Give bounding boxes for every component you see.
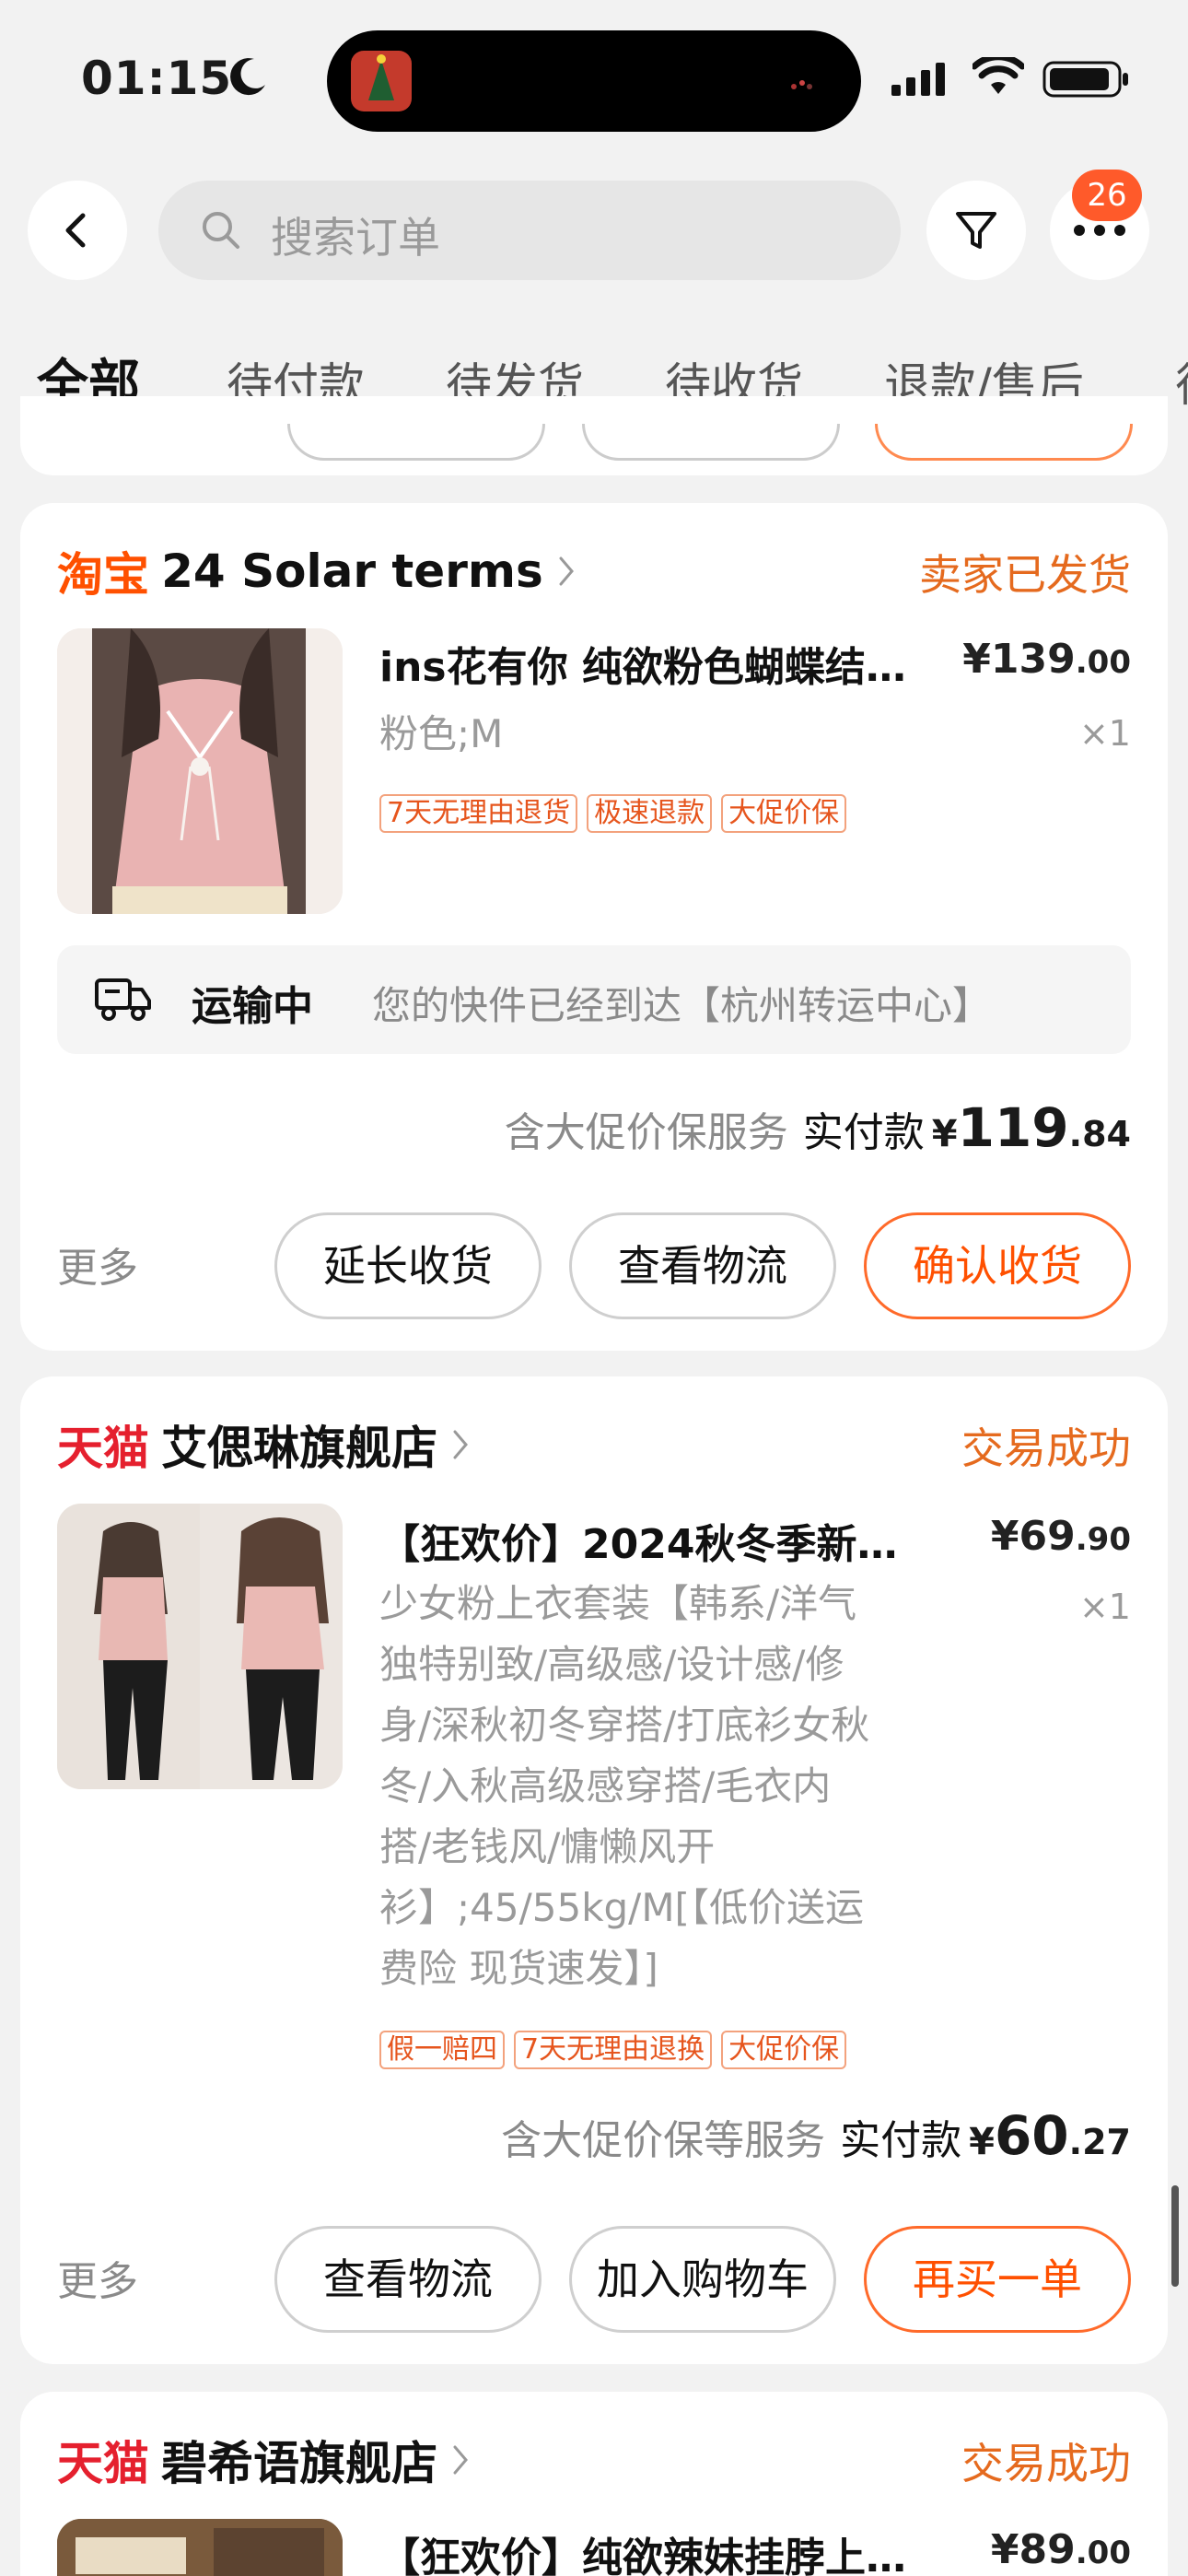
status-bar: 01:15 — [0, 0, 1188, 161]
product-photo-outfit — [57, 1504, 343, 1789]
logistics-status: 运输中 — [192, 983, 313, 1030]
product-photo-pink-top — [57, 628, 343, 914]
chevron-right-icon — [453, 1430, 469, 1459]
platform-label: 淘宝 — [57, 548, 149, 602]
payment-amount: 119 — [957, 1096, 1069, 1159]
platform-label: 天猫 — [57, 1422, 149, 1475]
battery-icon — [1042, 61, 1128, 98]
back-arrow-icon — [65, 213, 86, 248]
shop-header[interactable]: 淘宝 24 Solar terms — [57, 538, 576, 603]
back-button[interactable] — [28, 181, 127, 280]
shop-name[interactable]: 24 Solar terms — [161, 544, 543, 598]
chevron-right-icon — [453, 2445, 469, 2475]
service-tag: 大促价保 — [721, 794, 847, 833]
shop-name[interactable]: 艾偲琳旗舰店 — [161, 1411, 437, 1478]
delivery-truck-icon — [95, 978, 151, 1021]
add-to-cart-button[interactable]: 加入购物车 — [569, 2226, 836, 2333]
payment-summary: 含大促价保服务 实付款 ¥119.84 — [504, 1096, 1131, 1159]
payment-summary: 含大促价保等服务 实付款 ¥60.27 — [501, 2104, 1131, 2167]
scroll-indicator[interactable] — [1171, 2185, 1179, 2287]
item-title[interactable]: 【狂欢价】2024秋冬季新… — [379, 1511, 932, 1570]
activity-indicator-icon — [791, 80, 812, 89]
view-logistics-button[interactable]: 查看物流 — [274, 2226, 542, 2333]
status-time: 01:15 — [81, 52, 233, 105]
payment-label: 实付款 — [840, 2117, 962, 2164]
logistics-bar[interactable]: 运输中 您的快件已经到达【杭州转运中心】 — [57, 945, 1131, 1054]
item-price: ¥139.00 — [962, 636, 1131, 683]
view-logistics-button[interactable]: 查看物流 — [569, 1212, 836, 1319]
search-placeholder: 搜索订单 — [271, 213, 440, 263]
item-quantity: ×1 — [1078, 713, 1131, 754]
service-tag: 假一赔四 — [379, 2031, 505, 2069]
shop-header[interactable]: 天猫 艾偲琳旗舰店 — [57, 1411, 470, 1476]
item-sku: 少女粉上衣套装【韩系/洋气 独特别致/高级感/设计感/修 身/深秋初冬穿搭/打底… — [379, 1581, 870, 1991]
notification-badge: 26 — [1072, 170, 1142, 221]
previous-order-card — [20, 396, 1168, 475]
search-icon — [203, 212, 239, 249]
product-thumbnail[interactable] — [57, 1504, 343, 1789]
more-link[interactable]: 更多 — [57, 1235, 138, 1294]
product-thumbnail[interactable] — [57, 628, 343, 914]
order-card: 天猫 艾偲琳旗舰店 交易成功 【狂欢价】2024秋冬季新… ¥69.90 少女粉… — [20, 1376, 1168, 2364]
confirm-receipt-button[interactable]: 确认收货 — [864, 1212, 1131, 1319]
filter-funnel-icon — [956, 212, 996, 249]
product-thumbnail[interactable] — [57, 2519, 343, 2576]
service-tags: 假一赔四 7天无理由退换 大促价保 — [379, 2031, 856, 2069]
service-tags: 7天无理由退货 极速退款 大促价保 — [379, 794, 856, 833]
dynamic-island — [327, 30, 861, 132]
service-tag: 7天无理由退货 — [379, 794, 578, 833]
more-dots-icon — [1074, 225, 1125, 236]
filter-button[interactable] — [926, 181, 1026, 280]
item-price: ¥89.00 — [990, 2526, 1131, 2573]
extend-receipt-button[interactable]: 延长收货 — [274, 1212, 542, 1319]
payment-label: 实付款 — [802, 1109, 925, 1156]
shop-name[interactable]: 碧希语旗舰店 — [161, 2427, 437, 2493]
item-sku: 粉色;M — [379, 711, 504, 756]
order-card: 淘宝 24 Solar terms 卖家已发货 ins花有你 纯欲粉色蝴蝶结… … — [20, 503, 1168, 1351]
christmas-tree-app-icon — [351, 51, 412, 111]
order-status: 卖家已发货 — [919, 550, 1131, 600]
chevron-right-icon — [559, 556, 574, 586]
wifi-icon — [973, 57, 1024, 94]
item-title[interactable]: ins花有你 纯欲粉色蝴蝶结… — [379, 634, 969, 693]
item-quantity: ×1 — [1078, 1587, 1131, 1627]
service-tag: 极速退款 — [587, 794, 713, 833]
platform-label: 天猫 — [57, 2437, 149, 2490]
shop-header[interactable]: 天猫 碧希语旗舰店 — [57, 2427, 470, 2491]
more-link[interactable]: 更多 — [57, 2248, 138, 2307]
item-title[interactable]: 【狂欢价】纯欲辣妹挂脖上… — [379, 2524, 932, 2576]
cellular-signal-icon — [891, 63, 945, 96]
order-status: 交易成功 — [961, 2439, 1131, 2488]
logistics-detail: 您的快件已经到达【杭州转运中心】 — [372, 983, 992, 1028]
payment-amount: 60 — [994, 2104, 1069, 2167]
order-card: 天猫 碧希语旗舰店 交易成功 【狂欢价】纯欲辣妹挂脖上… ¥89.00 — [20, 2392, 1168, 2576]
product-photo-storefront — [57, 2519, 343, 2576]
item-price: ¥69.90 — [990, 1513, 1131, 1560]
service-tag: 7天无理由退换 — [514, 2031, 713, 2069]
buy-again-button[interactable]: 再买一单 — [864, 2226, 1131, 2333]
tab-pending-review[interactable]: 待 — [1175, 348, 1188, 415]
order-search-input[interactable]: 搜索订单 — [158, 181, 901, 280]
moon-icon — [230, 58, 265, 96]
payment-note: 含大促价保等服务 — [501, 2117, 826, 2164]
payment-note: 含大促价保服务 — [504, 1109, 788, 1156]
service-tag: 大促价保 — [721, 2031, 847, 2069]
order-status: 交易成功 — [961, 1423, 1131, 1473]
